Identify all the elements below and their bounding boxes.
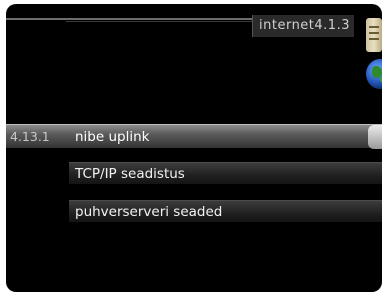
selection-arrow-icon [368,125,382,149]
header-line-secondary [66,21,252,22]
globe-icon [366,59,382,89]
header-line [6,18,252,20]
menu-item-label: nibe uplink [75,129,150,145]
menu-item-tcpip-settings[interactable]: TCP/IP seadistus [69,162,382,184]
menu-item-label: TCP/IP seadistus [75,166,185,182]
menu-item-number: 4.13.1 [10,129,50,144]
menu-item-label: puhverserveri seaded [75,204,223,220]
menu-item-proxy-settings[interactable]: puhverserveri seaded [69,200,382,222]
display-screen: internet4.1.3 4.13.1 nibe uplink TCP/IP … [6,4,382,292]
menu-icon[interactable] [366,18,382,52]
page-title: internet4.1.3 [252,15,354,37]
menu-item-nibe-uplink[interactable]: 4.13.1 nibe uplink [6,124,382,149]
